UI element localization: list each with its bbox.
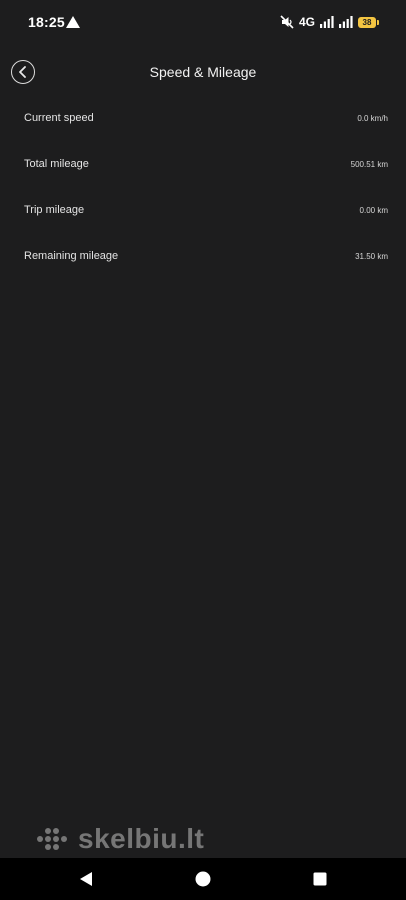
- row-value: 31.50 km: [355, 252, 388, 261]
- skelbiu-logo-icon: [37, 828, 67, 850]
- battery-icon: 38: [358, 16, 379, 28]
- row-label: Current speed: [24, 112, 94, 124]
- row-current-speed: Current speed 0.0 km/h: [0, 96, 406, 142]
- network-label: 4G: [298, 15, 315, 29]
- row-total-mileage: Total mileage 500.51 km: [0, 142, 406, 188]
- nav-back-button[interactable]: [76, 869, 96, 889]
- back-triangle-icon: [80, 872, 92, 886]
- signal-icon: [320, 16, 334, 28]
- row-value: 500.51 km: [350, 160, 388, 169]
- navigation-arrow-icon: [66, 16, 80, 28]
- recents-square-icon: [313, 872, 327, 886]
- mileage-list: Current speed 0.0 km/h Total mileage 500…: [0, 96, 406, 280]
- row-value: 0.0 km/h: [357, 114, 388, 123]
- header: Speed & Mileage: [0, 52, 406, 94]
- row-label: Total mileage: [24, 158, 89, 170]
- row-value: 0.00 km: [359, 206, 388, 215]
- page-title: Speed & Mileage: [149, 64, 257, 80]
- signal-icon: [339, 16, 353, 28]
- watermark: skelbiu.lt: [36, 822, 204, 856]
- nav-recents-button[interactable]: [310, 869, 330, 889]
- status-bar: 18:25 4G 38: [0, 0, 406, 46]
- home-circle-icon: [195, 871, 211, 887]
- mute-icon: [280, 15, 294, 29]
- row-remaining-mileage: Remaining mileage 31.50 km: [0, 234, 406, 280]
- status-icons: 4G 38: [280, 13, 379, 31]
- nav-home-button[interactable]: [193, 869, 213, 889]
- watermark-text: skelbiu.lt: [78, 823, 205, 854]
- row-label: Trip mileage: [24, 204, 85, 216]
- row-label: Remaining mileage: [24, 250, 119, 262]
- row-trip-mileage: Trip mileage 0.00 km: [0, 188, 406, 234]
- status-time: 18:25: [28, 14, 65, 30]
- navigation-bar: [0, 858, 406, 900]
